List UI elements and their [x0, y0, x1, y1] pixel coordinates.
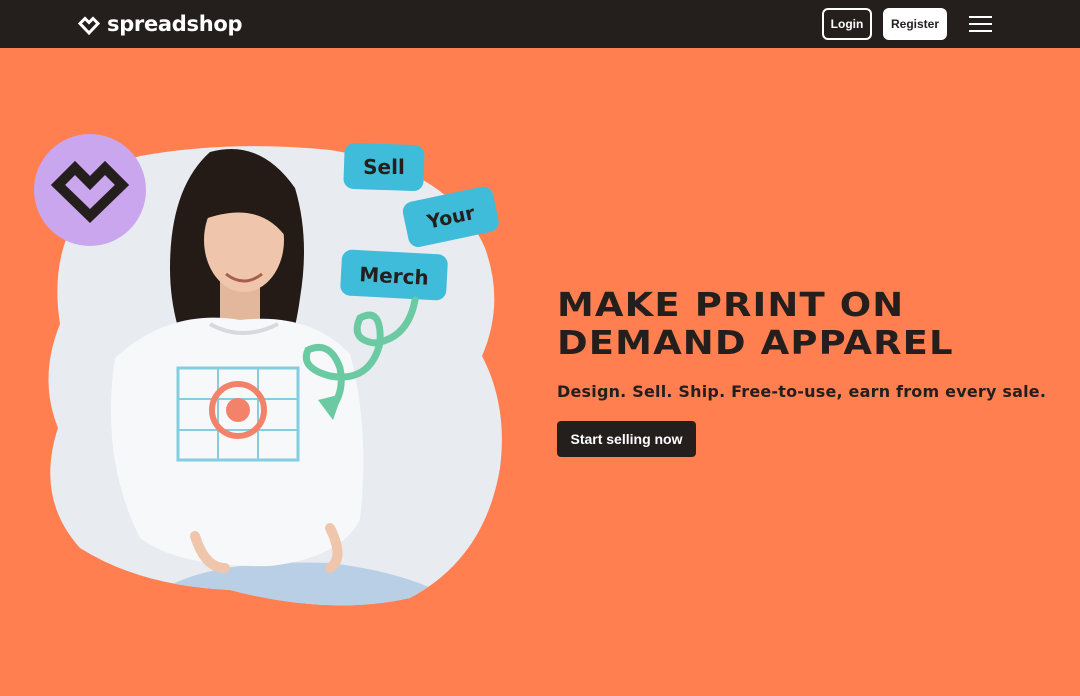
headline-line-2: DEMAND APPAREL [557, 323, 954, 362]
tag-merch-text: Merch [359, 262, 430, 290]
register-button[interactable]: Register [883, 8, 947, 40]
tag-merch: Merch [340, 249, 448, 301]
hero-subheadline: Design. Sell. Ship. Free-to-use, earn fr… [557, 382, 1047, 401]
login-button[interactable]: Login [822, 8, 872, 40]
start-selling-button[interactable]: Start selling now [557, 421, 696, 457]
hero-headline: MAKE PRINT ON DEMAND APPAREL [557, 286, 1080, 362]
spreadshop-logo[interactable]: spreadshop [77, 9, 243, 39]
hero-image-collage: Sell Your Merch [30, 128, 510, 608]
logo-text: spreadshop [107, 12, 243, 36]
purple-heart-badge [34, 134, 146, 246]
heart-logo-icon [77, 16, 101, 35]
tag-sell-text: Sell [363, 155, 405, 179]
hero-illustration: Sell Your Merch [34, 134, 502, 606]
tag-sell: Sell [343, 142, 425, 192]
headline-line-1: MAKE PRINT ON [557, 285, 905, 324]
hamburger-menu-icon[interactable] [969, 15, 993, 33]
top-navbar: spreadshop Login Register [0, 0, 1080, 48]
